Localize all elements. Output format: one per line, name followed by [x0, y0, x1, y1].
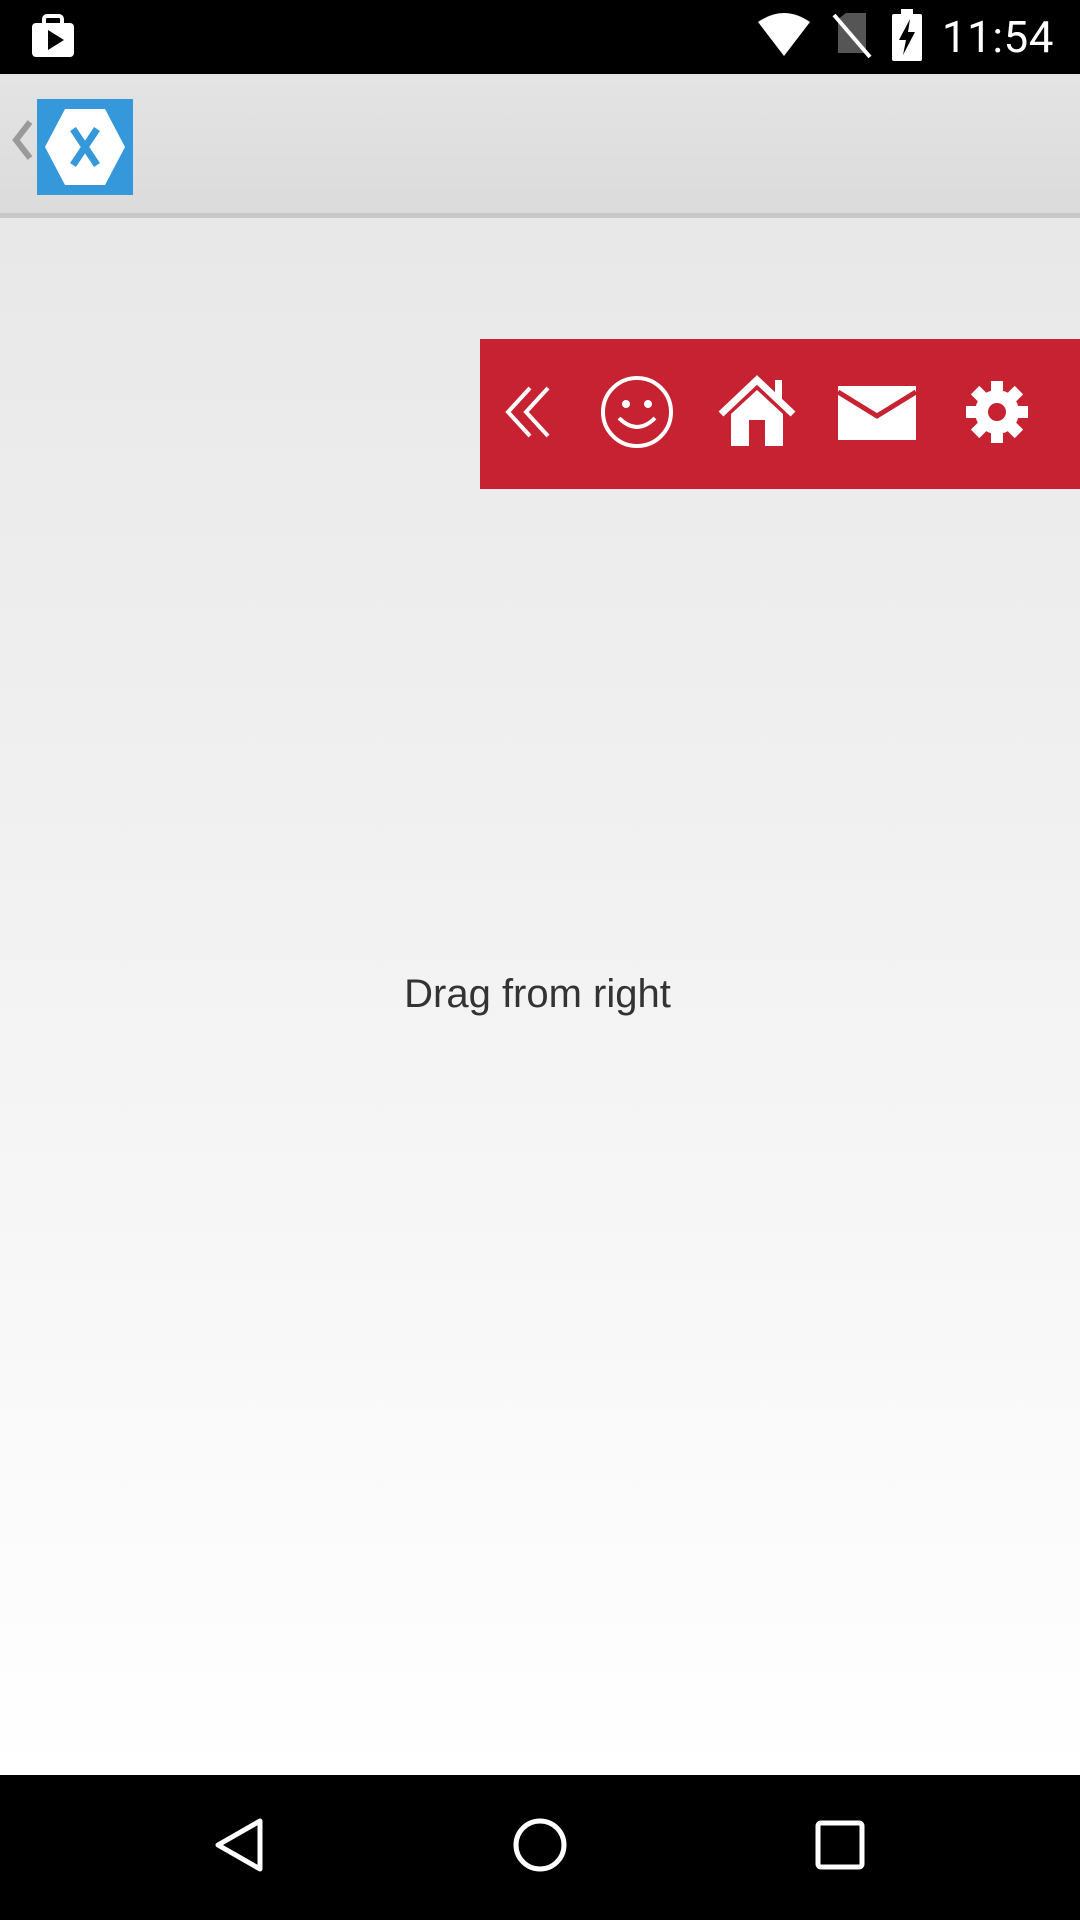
- gear-icon: [964, 379, 1030, 450]
- wifi-icon: [756, 12, 812, 63]
- collapse-menu-button[interactable]: [480, 339, 580, 489]
- settings-menu-button[interactable]: [947, 339, 1047, 489]
- smiley-icon: [599, 374, 675, 455]
- status-bar: 11:54: [0, 0, 1080, 74]
- back-triangle-icon: [210, 1815, 270, 1880]
- play-store-bag-icon: [30, 13, 76, 59]
- drag-instruction-label: Drag from right: [404, 972, 671, 1016]
- home-circle-icon: [510, 1815, 570, 1880]
- mail-icon: [836, 382, 918, 447]
- slide-out-menu: [480, 339, 1080, 489]
- status-icons: 11:54: [756, 0, 1080, 74]
- app-screen: 11:54 Drag from right: [0, 0, 1080, 1920]
- nav-recents-button[interactable]: [780, 1775, 900, 1920]
- chevron-left-icon[interactable]: [10, 118, 34, 162]
- double-chevron-left-icon: [502, 382, 558, 447]
- mail-menu-button[interactable]: [827, 339, 927, 489]
- navigation-bar: [0, 1775, 1080, 1920]
- action-bar: [0, 74, 1080, 213]
- status-clock: 11:54: [941, 11, 1054, 63]
- nav-home-button[interactable]: [480, 1775, 600, 1920]
- battery-charging-icon: [891, 8, 922, 66]
- no-sim-icon: [832, 11, 872, 64]
- recents-square-icon: [812, 1817, 868, 1878]
- xamarin-logo-icon[interactable]: [37, 99, 133, 195]
- smiley-menu-button[interactable]: [587, 339, 687, 489]
- home-menu-button[interactable]: [707, 339, 807, 489]
- nav-back-button[interactable]: [180, 1775, 300, 1920]
- home-icon: [717, 374, 797, 455]
